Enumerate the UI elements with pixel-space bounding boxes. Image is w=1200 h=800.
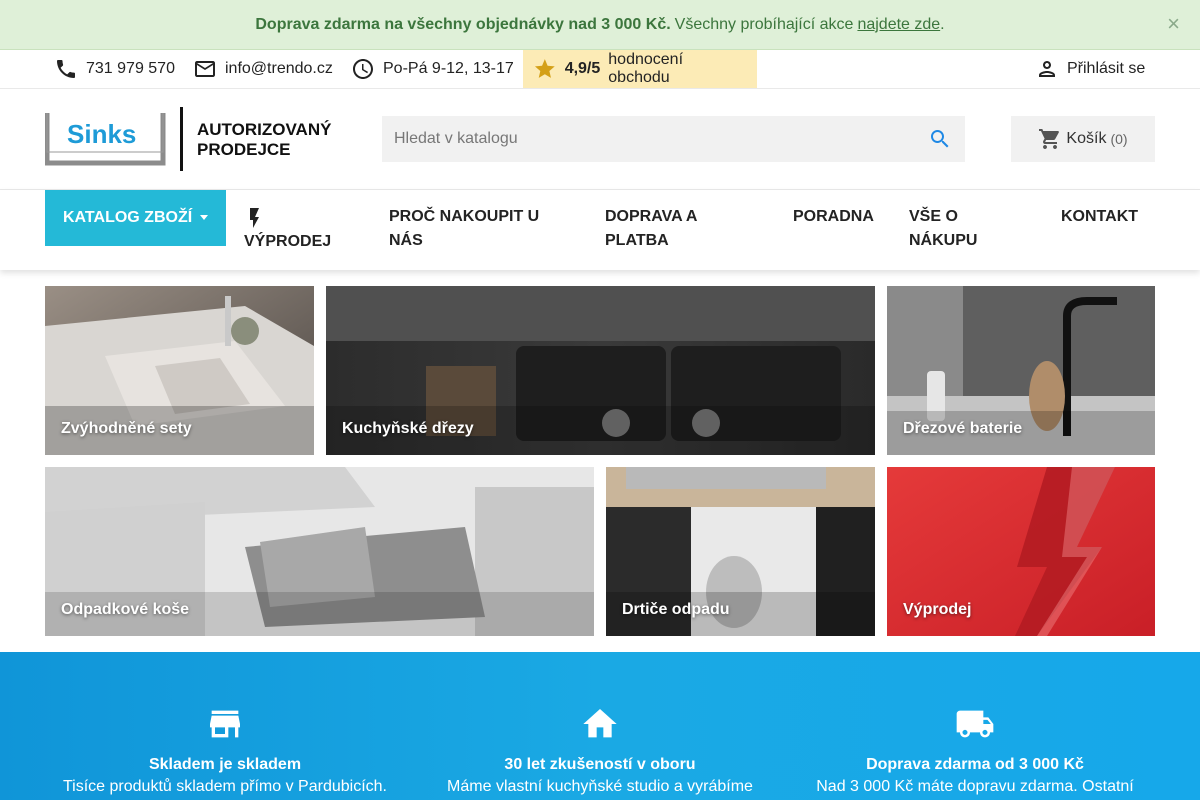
truck-icon xyxy=(956,710,994,738)
tile-sets[interactable]: Zvýhodněné sety xyxy=(45,286,314,455)
email-link[interactable]: info@trendo.cz xyxy=(193,50,333,88)
clock-icon xyxy=(353,59,373,79)
search-input[interactable] xyxy=(382,116,915,162)
tile-sinks[interactable]: Kuchyňské dřezy xyxy=(326,286,875,455)
promo-text: Všechny probíhající akce xyxy=(674,15,854,33)
promo-link[interactable]: najdete zde xyxy=(857,16,940,34)
phone-link[interactable]: 731 979 570 xyxy=(54,50,175,88)
search-button[interactable] xyxy=(915,116,965,162)
nav-sale-label: VÝPRODEJ xyxy=(244,233,332,250)
tile-bins[interactable]: Odpadkové koše xyxy=(45,467,594,636)
nav-item-contact[interactable]: KONTAKT xyxy=(1061,205,1138,229)
cart-button[interactable]: Košík (0) xyxy=(1011,116,1155,162)
tile-label: Dřezové baterie xyxy=(903,420,1023,437)
close-icon[interactable]: × xyxy=(1167,12,1180,36)
rating-text: hodnocení obchodu xyxy=(608,51,684,86)
search-icon xyxy=(931,130,949,148)
tile-label: Drtiče odpadu xyxy=(622,601,730,618)
rating-score: 4,9/5 xyxy=(564,60,601,77)
logo-line2: PRODEJCE xyxy=(197,140,291,159)
nav-item-sale[interactable]: VÝPRODEJ xyxy=(244,206,331,254)
feature-title: 30 let zkušeností v oboru xyxy=(504,756,696,773)
tile-label: Odpadkové koše xyxy=(61,601,190,618)
caret-down-icon xyxy=(200,214,209,220)
feature-title: Skladem je skladem xyxy=(148,756,302,773)
star-icon xyxy=(534,59,555,78)
nav-why-line2: NÁS xyxy=(389,232,423,249)
nav-why-line1: PROČ NAKOUPIT U xyxy=(389,208,540,225)
store-icon xyxy=(210,710,240,738)
feature-text: Nad 3 000 Kč máte dopravu zdarma. Ostatn… xyxy=(816,778,1134,795)
catalog-menu-button[interactable]: KATALOG ZBOŽÍ xyxy=(45,190,226,246)
nav-delivery-line1: DOPRAVA A xyxy=(605,208,698,225)
logo[interactable]: Sinks AUTORIZOVANÝ PRODEJCE xyxy=(44,107,355,171)
tile-faucets[interactable]: Dřezové baterie xyxy=(887,286,1155,455)
email-address: info@trendo.cz xyxy=(225,60,333,77)
home-icon xyxy=(583,709,617,738)
features-section: Skladem je skladem Tisíce produktů sklad… xyxy=(0,652,1200,800)
nav-about-line2: NÁKUPU xyxy=(909,232,978,249)
sinks-logo-icon: Sinks AUTORIZOVANÝ PRODEJCE xyxy=(44,107,332,171)
lightning-icon xyxy=(250,208,259,228)
feature-title: Doprava zdarma od 3 000 Kč xyxy=(866,756,1084,773)
tile-disposers[interactable]: Drtiče odpadu xyxy=(606,467,875,636)
contact-bar: 731 979 570 info@trendo.cz Po-Pá 9-12, 1… xyxy=(0,50,1200,89)
nav-contact-label: KONTAKT xyxy=(1061,208,1139,225)
logo-brand: Sinks xyxy=(67,119,136,149)
tile-label: Výprodej xyxy=(903,601,972,618)
cart-count: (0) xyxy=(1110,131,1128,147)
catalog-label: KATALOG ZBOŽÍ xyxy=(63,209,193,226)
nav-about-line1: VŠE O xyxy=(909,208,958,225)
cart-icon xyxy=(1039,129,1060,149)
hours-text: Po-Pá 9-12, 13-17 xyxy=(383,60,514,77)
nav-item-about[interactable]: VŠE O NÁKUPU xyxy=(909,205,977,253)
nav-item-why[interactable]: PROČ NAKOUPIT U NÁS xyxy=(389,205,539,253)
mail-icon xyxy=(195,61,215,77)
promo-bar: Doprava zdarma na všechny objednávky nad… xyxy=(0,0,1200,50)
nav-item-advice[interactable]: PORADNA xyxy=(793,205,874,229)
phone-icon xyxy=(57,60,75,78)
nav-delivery-line2: PLATBA xyxy=(605,232,669,249)
shop-rating[interactable]: 4,9/5 hodnocení obchodu xyxy=(523,50,757,88)
feature-text: Máme vlastní kuchyňské studio a vyrábíme xyxy=(447,778,753,795)
site-header: Sinks AUTORIZOVANÝ PRODEJCE Košík (0) xyxy=(0,89,1200,190)
phone-number: 731 979 570 xyxy=(86,60,175,77)
opening-hours: Po-Pá 9-12, 13-17 xyxy=(351,50,514,88)
login-link[interactable]: Přihlásit se xyxy=(1035,50,1145,88)
tile-label: Kuchyňské dřezy xyxy=(342,420,474,437)
main-nav: KATALOG ZBOŽÍ VÝPRODEJ PROČ NAKOUPIT U N… xyxy=(0,190,1200,270)
feature-text: Tisíce produktů skladem přímo v Pardubic… xyxy=(63,778,387,795)
cart-label: Košík xyxy=(1066,130,1107,147)
nav-item-delivery[interactable]: DOPRAVA A PLATBA xyxy=(605,205,697,253)
nav-advice-label: PORADNA xyxy=(793,208,874,225)
logo-line1: AUTORIZOVANÝ xyxy=(197,120,332,139)
user-icon xyxy=(1039,61,1055,77)
login-text: Přihlásit se xyxy=(1067,60,1146,77)
tile-sale[interactable]: Výprodej xyxy=(887,467,1155,636)
search-bar xyxy=(382,116,965,162)
promo-end: . xyxy=(940,15,945,33)
tile-label: Zvýhodněné sety xyxy=(61,420,192,437)
promo-bold-text: Doprava zdarma na všechny objednávky nad… xyxy=(255,15,671,33)
